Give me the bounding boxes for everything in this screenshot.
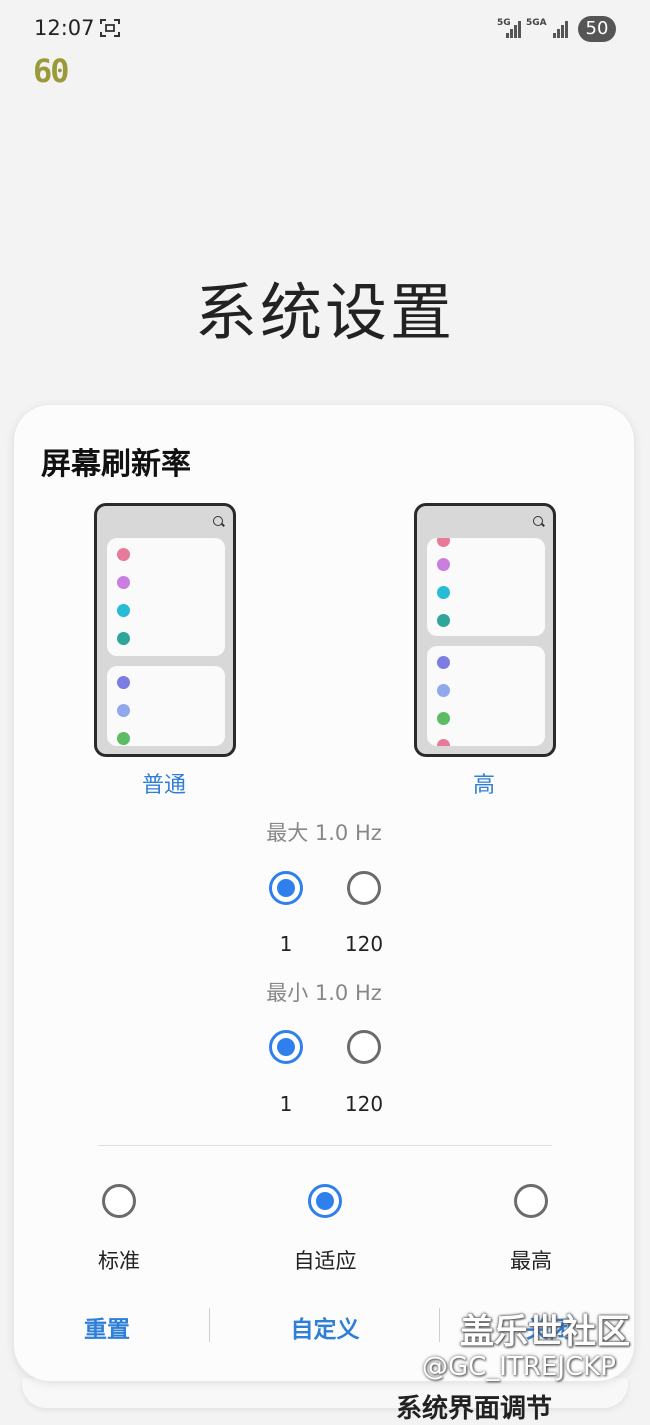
preview-panel bbox=[427, 646, 545, 746]
min-option-120-label: 120 bbox=[344, 1092, 384, 1116]
network-5ga-label: 5GA bbox=[526, 18, 547, 28]
refresh-rate-dialog: 屏幕刷新率 普通 高 最大 1.0 Hz 1 120 最小 1.0 Hz 1 1… bbox=[14, 405, 634, 1381]
preview-panel bbox=[107, 666, 225, 746]
max-hz-label: 最大 1.0 Hz bbox=[266, 821, 382, 845]
max-option-120-label: 120 bbox=[344, 932, 384, 956]
page-title: 系统设置 bbox=[194, 276, 455, 349]
search-icon bbox=[213, 516, 223, 526]
preset-label-standard: 标准 bbox=[98, 1249, 140, 1273]
network-5ga-indicator: 5GA bbox=[526, 18, 550, 42]
preview-panel bbox=[107, 538, 225, 656]
battery-indicator: 50 bbox=[578, 16, 616, 42]
min-radio-1[interactable] bbox=[269, 1030, 303, 1064]
preset-label-adaptive: 自适应 bbox=[293, 1249, 357, 1273]
max-option-1-label: 1 bbox=[279, 932, 293, 956]
fps-counter: 60 bbox=[33, 52, 70, 90]
mode-label-high[interactable]: 高 bbox=[473, 767, 495, 799]
preset-label-highest: 最高 bbox=[510, 1249, 552, 1273]
preview-normal-phone[interactable] bbox=[94, 503, 236, 757]
search-icon bbox=[533, 516, 543, 526]
custom-button[interactable]: 自定义 bbox=[245, 1310, 405, 1344]
watermark-title: 盖乐世社区 bbox=[460, 1312, 630, 1352]
clock: 12:07 bbox=[34, 16, 95, 40]
mode-label-normal[interactable]: 普通 bbox=[142, 767, 186, 799]
min-hz-label: 最小 1.0 Hz bbox=[266, 981, 382, 1005]
preset-radio-highest[interactable] bbox=[514, 1184, 548, 1218]
status-bar: 12:07 60 5G 5GA 50 bbox=[0, 0, 650, 90]
divider bbox=[98, 1145, 552, 1146]
preview-panel bbox=[427, 538, 545, 636]
max-radio-1[interactable] bbox=[269, 871, 303, 905]
preview-high-phone[interactable] bbox=[414, 503, 556, 757]
footer-separator bbox=[439, 1308, 440, 1342]
reset-button[interactable]: 重置 bbox=[27, 1310, 187, 1344]
dialog-title: 屏幕刷新率 bbox=[41, 447, 191, 482]
min-option-1-label: 1 bbox=[279, 1092, 293, 1116]
min-radio-120[interactable] bbox=[347, 1030, 381, 1064]
signal-icon bbox=[506, 20, 522, 38]
screenshot-icon bbox=[100, 19, 120, 37]
preset-radio-standard[interactable] bbox=[102, 1184, 136, 1218]
footer-separator bbox=[209, 1308, 210, 1342]
preset-radio-adaptive[interactable] bbox=[308, 1184, 342, 1218]
watermark-handle: @GC_ITREJCKP bbox=[422, 1352, 616, 1382]
next-section-title: 系统界面调节 bbox=[396, 1394, 553, 1424]
max-radio-120[interactable] bbox=[347, 871, 381, 905]
signal-icon-2 bbox=[553, 20, 569, 38]
